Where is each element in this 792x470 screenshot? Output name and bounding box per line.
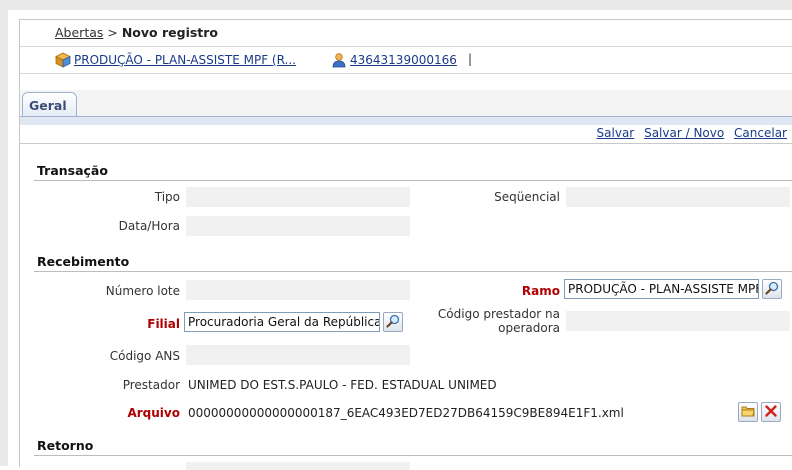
section-title-retorno: Retorno [37, 438, 94, 453]
cancel-link[interactable]: Cancelar [734, 126, 787, 140]
numero-lote-field [186, 280, 410, 300]
breadcrumb-separator: > [107, 25, 118, 40]
prestador-value: UNIMED DO EST.S.PAULO - FED. ESTADUAL UN… [188, 378, 497, 392]
context-plan[interactable]: PRODUÇÃO - PLAN-ASSISTE MPF (R... [55, 52, 296, 68]
close-icon [764, 404, 778, 421]
package-icon [55, 52, 71, 68]
actions-divider [20, 143, 792, 144]
codigo-prestador-field [566, 311, 790, 331]
sequencial-label: Seqüencial [494, 190, 560, 204]
tipo-field [186, 187, 410, 207]
folder-icon [741, 404, 755, 421]
codigo-ans-label: Código ANS [109, 349, 180, 363]
section-rule-retorno [34, 455, 792, 456]
tipo-label: Tipo [154, 190, 180, 204]
codigo-prestador-label: Código prestador na operadora [420, 307, 560, 335]
tab-geral[interactable]: Geral [22, 92, 77, 117]
section-title-recebimento: Recebimento [37, 254, 130, 269]
magnifier-icon [386, 314, 400, 331]
delete-file-button[interactable] [761, 402, 781, 422]
context-person-link[interactable]: 43643139000166 [350, 53, 457, 67]
user-icon [331, 52, 347, 68]
codigo-prestador-label-line1: Código prestador na [437, 307, 560, 321]
datahora-field [186, 216, 410, 236]
prestador-label: Prestador [122, 378, 180, 392]
codigo-ans-field [186, 345, 410, 365]
sequencial-field [566, 187, 790, 207]
arquivo-value: 00000000000000000187_6EAC493ED7ED27DB641… [188, 406, 624, 420]
save-new-link[interactable]: Salvar / Novo [644, 126, 724, 140]
section-rule-transacao [34, 180, 792, 181]
context-person[interactable]: 43643139000166 [331, 52, 457, 68]
filial-label: Filial [147, 317, 180, 331]
codigo-prestador-label-line2: operadora [498, 321, 560, 335]
ramo-lookup-button[interactable] [762, 279, 782, 299]
magnifier-icon [765, 281, 779, 298]
retorno-field-partial [186, 462, 410, 470]
tab-strip [20, 90, 792, 116]
breadcrumb-current: Novo registro [121, 25, 219, 40]
action-links: Salvar Salvar / Novo Cancelar [591, 126, 787, 140]
save-link[interactable]: Salvar [597, 126, 635, 140]
ramo-label: Ramo [521, 284, 560, 298]
section-rule-recebimento [34, 271, 792, 272]
breadcrumb: Abertas > Novo registro [20, 20, 792, 47]
datahora-label: Data/Hora [118, 219, 180, 233]
section-title-transacao: Transação [37, 163, 108, 178]
top-gutter [0, 0, 792, 10]
tab-underline [20, 116, 792, 125]
open-file-button[interactable] [738, 402, 758, 422]
arquivo-label: Arquivo [127, 406, 180, 420]
ramo-input[interactable]: PRODUÇÃO - PLAN-ASSISTE MPF (R [564, 279, 759, 299]
numero-lote-label: Número lote [105, 284, 180, 298]
context-plan-link[interactable]: PRODUÇÃO - PLAN-ASSISTE MPF (R... [74, 53, 296, 67]
breadcrumb-link-abertas[interactable]: Abertas [55, 25, 103, 40]
left-gutter [0, 0, 8, 466]
context-bar: PRODUÇÃO - PLAN-ASSISTE MPF (R... 436431… [20, 47, 792, 74]
main-panel: Abertas > Novo registro PRODUÇÃO - PLAN-… [19, 19, 792, 470]
context-pipe: | [468, 52, 473, 66]
filial-lookup-button[interactable] [383, 312, 403, 332]
filial-input[interactable]: Procuradoria Geral da República [184, 312, 380, 332]
